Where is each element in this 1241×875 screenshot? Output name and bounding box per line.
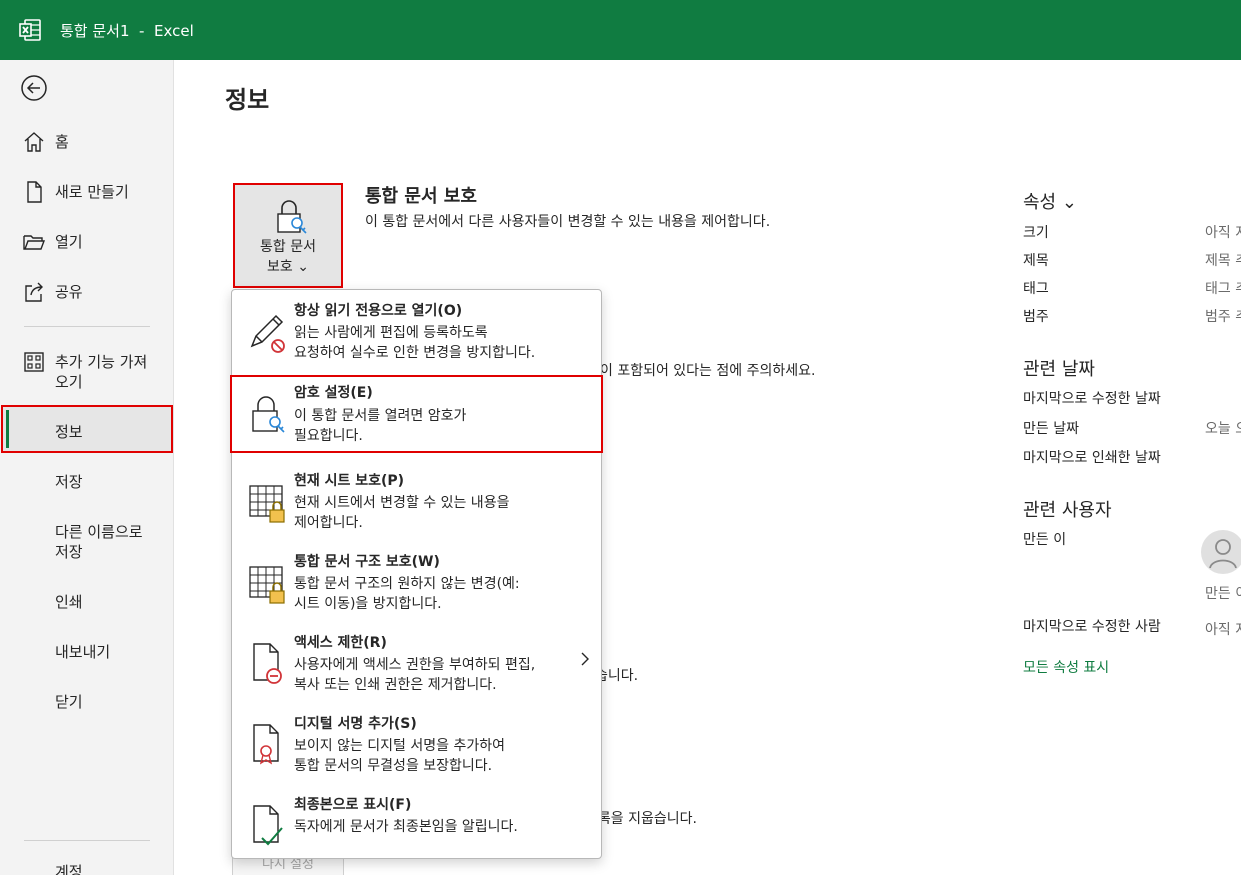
menu-item-mark-as-final[interactable]: 최종본으로 표시(F) 독자에게 문서가 최종본임을 알립니다. (232, 784, 601, 865)
menu-item-title: 현재 시트 보호(P) (294, 473, 405, 489)
menu-item-title: 액세스 제한(R) (294, 635, 387, 651)
related-people-header: 관련 사용자 (1023, 500, 1112, 521)
properties-dropdown[interactable]: 속성 ⌄ (1023, 188, 1077, 214)
sheet-lock-icon (249, 485, 285, 523)
menu-item-encrypt-with-password[interactable]: 암호 설정(E) 이 통합 문서를 열려면 암호가 필요합니다. (230, 375, 603, 453)
add-ins-icon (24, 352, 44, 372)
home-icon (24, 132, 44, 152)
date-key: 마지막으로 수정한 날짜 (1023, 391, 1161, 407)
prop-value[interactable]: 태그 추 (1205, 278, 1241, 298)
menu-item-desc: 독자에게 문서가 최종본임을 알립니다. (294, 819, 518, 835)
menu-item-desc: 읽는 사람에게 편집에 등록하도록 요청하여 실수로 인한 변경을 방지합니다. (294, 325, 536, 361)
nav-label: 새로 만들기 (55, 183, 129, 201)
pencil-no-edit-icon (250, 314, 285, 353)
nav-label: 닫기 (55, 693, 83, 711)
nav-label: 추가 기능 가져 오기 (55, 353, 148, 391)
new-document-icon (27, 181, 42, 203)
menu-item-protect-current-sheet[interactable]: 현재 시트 보호(P) 현재 시트에서 변경할 수 있는 내용을 제어합니다. (232, 460, 601, 541)
back-arrow-icon[interactable] (20, 74, 48, 102)
menu-item-title: 최종본으로 표시(F) (294, 797, 412, 813)
menu-item-desc: 보이지 않는 디지털 서명을 추가하여 통합 문서의 무결성을 보장합니다. (294, 738, 505, 774)
digital-signature-icon (253, 724, 279, 765)
menu-item-restrict-access[interactable]: 액세스 제한(R) 사용자에게 액세스 권한을 부여하되 편집, 복사 또는 인… (232, 622, 601, 703)
excel-icon (19, 19, 41, 41)
protect-workbook-menu: 항상 읽기 전용으로 열기(O) 읽는 사람에게 편집에 등록하도록 요청하여 … (230, 289, 603, 859)
prop-value: 아직 저 (1205, 225, 1241, 241)
nav-divider (24, 840, 150, 841)
menu-item-title: 통합 문서 구조 보호(W) (294, 554, 440, 570)
nav-close[interactable]: 닫기 (0, 690, 174, 714)
menu-item-desc: 사용자에게 액세스 권한을 부여하되 편집, 복사 또는 인쇄 권한은 제거합니… (294, 657, 536, 693)
people-value: 만든 이 (1205, 586, 1241, 602)
protect-section-desc: 이 통합 문서에서 다른 사용자들이 변경할 수 있는 내용을 제어합니다. (365, 214, 771, 230)
nav-account[interactable]: 계정 (0, 860, 174, 875)
restrict-access-icon (253, 643, 282, 684)
nav-get-addins[interactable]: 추가 기능 가져 오기 (0, 350, 174, 394)
nav-label: 내보내기 (55, 643, 111, 661)
show-all-properties-link[interactable]: 모든 속성 표시 (1023, 657, 1109, 677)
nav-share[interactable]: 공유 (0, 280, 174, 304)
nav-label: 저장 (55, 473, 83, 491)
window-title: 통합 문서1 - Excel (60, 22, 194, 40)
avatar (1201, 530, 1241, 574)
nav-label: 공유 (55, 283, 83, 301)
prop-key: 크기 (1023, 225, 1049, 241)
protect-section-title: 통합 문서 보호 (365, 186, 477, 207)
mark-final-icon (253, 805, 283, 846)
menu-item-title: 디지털 서명 추가(S) (294, 716, 417, 732)
date-value: 오늘 오 (1205, 421, 1241, 437)
person-icon (1209, 539, 1237, 569)
inspect-note-text: 이 포함되어 있다는 점에 주의하세요. (600, 363, 816, 379)
protect-workbook-label: 통합 문서 보호 ⌄ (260, 239, 316, 275)
prop-key: 범주 (1023, 309, 1049, 325)
nav-home[interactable]: 홈 (0, 130, 174, 154)
nav-label: 열기 (55, 233, 83, 251)
nav-divider (24, 326, 150, 327)
prop-value[interactable]: 범주 추 (1205, 306, 1241, 326)
chevron-right-icon (581, 652, 589, 666)
menu-item-add-digital-signature[interactable]: 디지털 서명 추가(S) 보이지 않는 디지털 서명을 추가하여 통합 문서의 … (232, 703, 601, 784)
nav-print[interactable]: 인쇄 (0, 590, 174, 614)
nav-open[interactable]: 열기 (0, 230, 174, 254)
people-key: 마지막으로 수정한 사람 (1023, 619, 1161, 635)
people-key: 만든 이 (1023, 532, 1067, 548)
properties-panel: 속성 ⌄ 크기 아직 저 제목 제목 추 태그 태그 추 범주 범주 추 관련 … (1023, 60, 1241, 875)
menu-item-title: 암호 설정(E) (294, 385, 373, 401)
prop-value[interactable]: 제목 추 (1205, 250, 1241, 270)
prop-key: 제목 (1023, 253, 1049, 269)
open-folder-icon (23, 235, 46, 250)
lock-key-icon (277, 200, 307, 234)
menu-item-desc: 통합 문서 구조의 원하지 않는 변경(예: 시트 이동)을 방지합니다. (294, 576, 520, 612)
menu-item-desc: 이 통합 문서를 열려면 암호가 필요합니다. (294, 408, 467, 444)
protect-workbook-button[interactable]: 통합 문서 보호 ⌄ (233, 183, 343, 288)
nav-new[interactable]: 새로 만들기 (0, 180, 174, 204)
nav-info[interactable]: 정보 (0, 420, 174, 444)
lock-key-icon (252, 396, 285, 433)
nav-save-as[interactable]: 다른 이름으로 저장 (0, 520, 174, 564)
menu-item-protect-workbook-structure[interactable]: 통합 문서 구조 보호(W) 통합 문서 구조의 원하지 않는 변경(예: 시트… (232, 541, 601, 622)
workbook-structure-lock-icon (249, 566, 285, 604)
share-icon (25, 282, 43, 302)
menu-item-always-open-read-only[interactable]: 항상 읽기 전용으로 열기(O) 읽는 사람에게 편집에 등록하도록 요청하여 … (232, 290, 601, 371)
title-bar: 통합 문서1 - Excel (0, 0, 1241, 60)
people-value: 아직 저 (1205, 622, 1241, 638)
nav-label: 다른 이름으로 저장 (55, 523, 143, 561)
menu-item-title: 항상 읽기 전용으로 열기(O) (294, 303, 463, 319)
date-key: 만든 날짜 (1023, 421, 1079, 437)
prop-key: 태그 (1023, 281, 1049, 297)
nav-label: 인쇄 (55, 593, 83, 611)
nav-label: 홈 (55, 133, 69, 151)
menu-item-desc: 현재 시트에서 변경할 수 있는 내용을 제어합니다. (294, 495, 510, 531)
nav-label: 정보 (55, 423, 83, 441)
nav-label: 계정 (55, 863, 83, 875)
related-dates-header: 관련 날짜 (1023, 359, 1095, 380)
page-title: 정보 (225, 86, 270, 114)
backstage-nav: 홈 새로 만들기 열기 공유 추가 기능 가져 오기 정보 저장 다른 이름으로… (0, 60, 174, 875)
date-key: 마지막으로 인쇄한 날짜 (1023, 450, 1161, 466)
nav-save[interactable]: 저장 (0, 470, 174, 494)
nav-export[interactable]: 내보내기 (0, 640, 174, 664)
